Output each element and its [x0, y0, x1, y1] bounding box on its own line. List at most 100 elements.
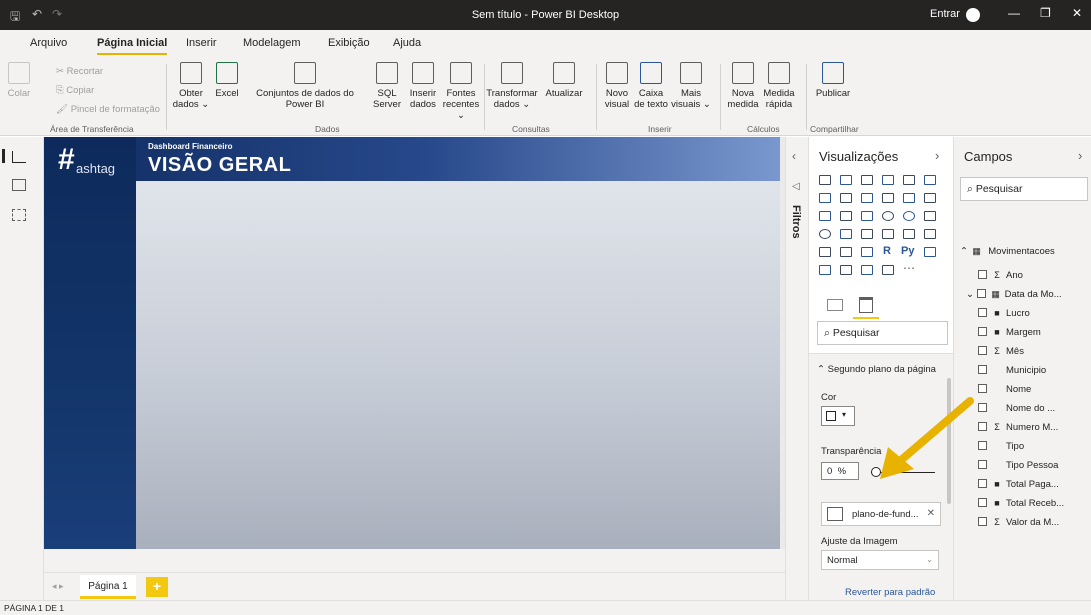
fields-tab-icon[interactable] — [827, 299, 843, 311]
scatter-icon[interactable] — [861, 211, 873, 221]
reset-to-default-link[interactable]: Reverter para padrão — [845, 587, 935, 598]
field-item[interactable]: Tipo Pessoa — [978, 460, 1058, 471]
field-item[interactable]: ⌄ ▦ Data da Mo... — [966, 289, 1062, 300]
tab-ajuda[interactable]: Ajuda — [393, 37, 421, 49]
quick-measure-button[interactable]: Medida rápida — [760, 62, 798, 110]
field-item[interactable]: ■ Total Receb... — [978, 498, 1064, 509]
field-checkbox[interactable] — [978, 308, 987, 317]
ribbon-chart-icon[interactable] — [924, 193, 936, 203]
field-checkbox[interactable] — [978, 384, 987, 393]
color-picker[interactable]: ▾ — [821, 406, 855, 426]
field-item[interactable]: Municipio — [978, 365, 1046, 376]
transparency-input[interactable]: 0 % — [821, 462, 859, 480]
field-item[interactable]: Tipo — [978, 441, 1024, 452]
stacked-area-icon[interactable] — [861, 193, 873, 203]
donut-chart-icon[interactable] — [903, 211, 915, 221]
waterfall-icon[interactable] — [819, 211, 831, 221]
field-item[interactable]: Σ Ano — [978, 270, 1023, 281]
filters-pane-collapsed[interactable]: ‹ ◁ Filtros — [785, 137, 808, 600]
field-item[interactable]: Σ Valor da M... — [978, 517, 1059, 528]
field-checkbox[interactable] — [978, 327, 987, 336]
minimize-button[interactable]: — — [1008, 6, 1020, 20]
fields-search-input[interactable]: ⌕ Pesquisar — [960, 177, 1088, 201]
avatar[interactable] — [966, 8, 980, 22]
image-fit-select[interactable]: Normal ⌄ — [821, 550, 939, 570]
close-button[interactable]: ✕ — [1072, 6, 1082, 20]
python-icon[interactable]: Py — [901, 245, 914, 257]
excel-button[interactable]: Excel — [214, 62, 240, 99]
stacked-column-icon[interactable] — [840, 175, 852, 185]
format-search-input[interactable]: ⌕ Pesquisar — [817, 321, 948, 345]
filters-label[interactable]: Filtros — [790, 205, 802, 239]
funnel-icon[interactable] — [840, 211, 852, 221]
field-checkbox[interactable] — [978, 365, 987, 374]
tab-arquivo[interactable]: Arquivo — [30, 37, 67, 49]
stacked-column-100-icon[interactable] — [924, 175, 936, 185]
chevron-right-icon[interactable]: › — [1078, 148, 1082, 163]
map-icon[interactable] — [819, 229, 831, 239]
field-checkbox[interactable] — [978, 270, 987, 279]
page-background-section-header[interactable]: ⌃ Segundo plano da página — [817, 364, 936, 375]
new-visual-button[interactable]: Novo visual — [602, 62, 632, 110]
page-tab[interactable]: Página 1 — [80, 575, 136, 599]
line-column-icon[interactable] — [882, 193, 894, 203]
transform-data-button[interactable]: Transformar dados ⌄ — [484, 62, 540, 110]
more-options-icon[interactable]: ⋯ — [903, 261, 915, 275]
model-view-icon[interactable] — [12, 209, 26, 221]
filled-map-icon[interactable] — [840, 229, 852, 239]
copy-button[interactable]: ⎘ Copiar — [56, 85, 94, 96]
kpi-icon[interactable] — [924, 229, 936, 239]
tab-modelagem[interactable]: Modelagem — [243, 37, 300, 49]
card-icon[interactable] — [882, 229, 894, 239]
key-influencers-icon[interactable] — [924, 247, 936, 257]
remove-image-icon[interactable]: ✕ — [927, 508, 935, 519]
cut-button[interactable]: ✂ Recortar — [56, 66, 103, 77]
tab-inserir[interactable]: Inserir — [186, 37, 217, 49]
power-bi-datasets-button[interactable]: Conjuntos de dados do Power BI — [243, 62, 367, 110]
decomposition-tree-icon[interactable] — [819, 265, 831, 275]
tab-pagina-inicial[interactable]: Página Inicial — [97, 37, 168, 55]
data-view-icon[interactable] — [12, 179, 26, 191]
field-item[interactable]: Σ Mês — [978, 346, 1024, 357]
add-page-button[interactable]: + — [146, 577, 168, 597]
field-checkbox[interactable] — [978, 517, 987, 526]
format-painter-button[interactable]: 🖌 Pincel de formatação — [56, 104, 160, 115]
chevron-down-icon[interactable]: ⌄ — [966, 289, 977, 300]
publish-button[interactable]: Publicar — [812, 62, 854, 99]
field-item[interactable]: Nome — [978, 384, 1031, 395]
smart-narrative-icon[interactable] — [861, 265, 873, 275]
background-image-field[interactable]: plano-de-fund... ✕ — [821, 502, 941, 526]
stacked-bar-100-icon[interactable] — [903, 175, 915, 185]
text-box-button[interactable]: Caixa de texto — [634, 62, 668, 110]
get-data-button[interactable]: Obter dados ⌄ — [170, 62, 212, 110]
chevron-up-icon[interactable]: ⌃ — [960, 246, 968, 257]
more-visuals-button[interactable]: Mais visuais ⌄ — [670, 62, 712, 110]
sql-server-button[interactable]: SQL Server — [370, 62, 404, 110]
field-item[interactable]: ■ Margem — [978, 327, 1041, 338]
field-checkbox[interactable] — [978, 346, 987, 355]
filter-icon[interactable]: ◁ — [792, 181, 800, 192]
paginated-report-icon[interactable] — [882, 265, 894, 275]
field-checkbox[interactable] — [978, 498, 987, 507]
enter-data-button[interactable]: Inserir dados — [406, 62, 440, 110]
clustered-bar-icon[interactable] — [861, 175, 873, 185]
table-movimentacoes[interactable]: ⌃ ▦ Movimentacoes — [960, 246, 1055, 257]
line-clustered-column-icon[interactable] — [903, 193, 915, 203]
table-visual-icon[interactable] — [840, 247, 852, 257]
refresh-button[interactable]: Atualizar — [540, 62, 588, 99]
multi-row-card-icon[interactable] — [903, 229, 915, 239]
slicer-icon[interactable] — [819, 247, 831, 257]
matrix-icon[interactable] — [861, 247, 873, 257]
report-page[interactable]: # ashtag Dashboard Financeiro VISÃO GERAL — [44, 137, 780, 549]
area-chart-icon[interactable] — [840, 193, 852, 203]
chevron-right-icon[interactable]: › — [935, 148, 939, 163]
field-checkbox[interactable] — [976, 289, 986, 298]
recent-sources-button[interactable]: Fontes recentes ⌄ — [440, 62, 482, 121]
report-view-icon[interactable] — [12, 151, 26, 163]
field-item[interactable]: Σ Numero M... — [978, 422, 1058, 433]
gauge-icon[interactable] — [861, 229, 873, 239]
paste-button[interactable]: Colar — [4, 62, 34, 99]
line-chart-icon[interactable] — [819, 193, 831, 203]
new-measure-button[interactable]: Nova medida — [726, 62, 760, 110]
field-item[interactable]: ■ Total Paga... — [978, 479, 1059, 490]
